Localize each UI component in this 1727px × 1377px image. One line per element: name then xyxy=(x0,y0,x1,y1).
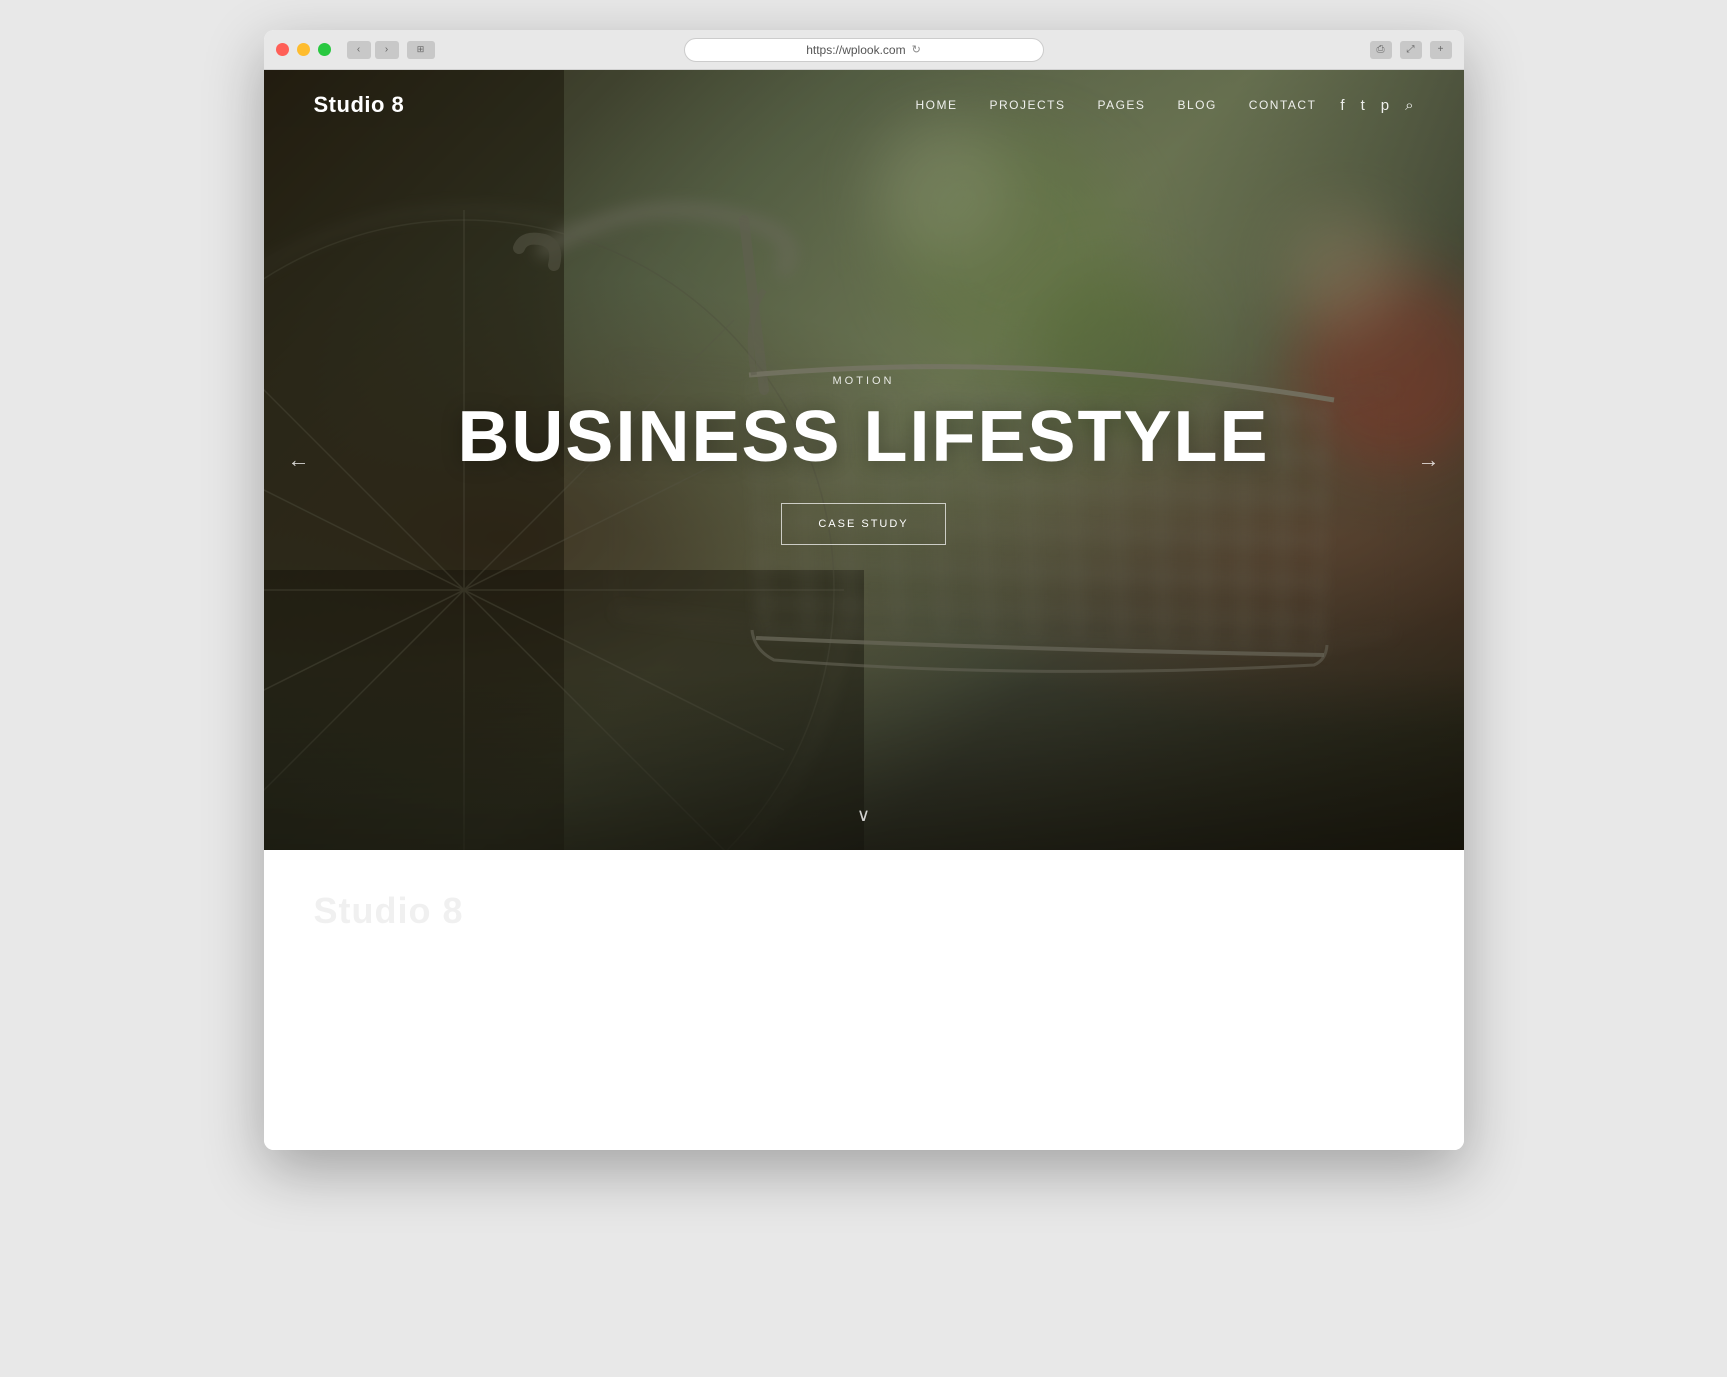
case-study-button[interactable]: CASE STUDY xyxy=(781,503,945,545)
tab-view-button[interactable]: ⊞ xyxy=(407,41,435,59)
mac-window: ‹ › ⊞ https://wplook.com ↻ ⎙ ⤢ + xyxy=(264,30,1464,1150)
maximize-button[interactable] xyxy=(318,43,331,56)
prev-arrow[interactable]: ← xyxy=(288,447,310,473)
website-content: Studio 8 HOME PROJECTS PAGES BLOG CONTAC… xyxy=(264,70,1464,1150)
watermark-logo: Studio 8 xyxy=(314,890,1414,932)
facebook-icon[interactable]: f xyxy=(1340,97,1344,114)
hero-content: MOTION BUSINESS LIFESTYLE CASE STUDY xyxy=(384,375,1344,545)
resize-button[interactable]: ⤢ xyxy=(1400,41,1422,59)
twitter-icon[interactable]: t xyxy=(1361,97,1365,114)
hero-title: BUSINESS LIFESTYLE xyxy=(384,401,1344,473)
pinterest-icon[interactable]: p xyxy=(1381,97,1389,114)
minimize-button[interactable] xyxy=(297,43,310,56)
nav-item-blog[interactable]: BLOG xyxy=(1177,98,1216,112)
add-tab-button[interactable]: + xyxy=(1430,41,1452,59)
close-button[interactable] xyxy=(276,43,289,56)
forward-button[interactable]: › xyxy=(375,41,399,59)
hero-section: Studio 8 HOME PROJECTS PAGES BLOG CONTAC… xyxy=(264,70,1464,850)
scroll-down-indicator[interactable]: ∨ xyxy=(857,805,870,826)
next-arrow[interactable]: → xyxy=(1418,447,1440,473)
navigation: Studio 8 HOME PROJECTS PAGES BLOG CONTAC… xyxy=(264,70,1464,140)
nav-item-projects[interactable]: PROJECTS xyxy=(989,98,1065,112)
share-button[interactable]: ⎙ xyxy=(1370,41,1392,59)
nav-item-pages[interactable]: PAGES xyxy=(1097,98,1145,112)
address-bar[interactable]: https://wplook.com ↻ xyxy=(684,38,1044,62)
window-controls xyxy=(276,43,331,56)
url-text: https://wplook.com xyxy=(806,43,905,57)
titlebar: ‹ › ⊞ https://wplook.com ↻ ⎙ ⤢ + xyxy=(264,30,1464,70)
nav-social-icons: f t p ⌕ xyxy=(1340,97,1413,114)
browser-nav: ‹ › xyxy=(347,41,399,59)
nav-menu: HOME PROJECTS PAGES BLOG CONTACT xyxy=(915,98,1316,112)
nav-item-home[interactable]: HOME xyxy=(915,98,957,112)
reload-icon[interactable]: ↻ xyxy=(912,43,921,56)
hero-tag: MOTION xyxy=(384,375,1344,387)
search-icon[interactable]: ⌕ xyxy=(1405,97,1413,114)
below-fold-section: Studio 8 xyxy=(264,850,1464,1150)
site-logo[interactable]: Studio 8 xyxy=(314,92,405,118)
window-actions: ⎙ ⤢ + xyxy=(1370,41,1452,59)
nav-item-contact[interactable]: CONTACT xyxy=(1249,98,1317,112)
back-button[interactable]: ‹ xyxy=(347,41,371,59)
